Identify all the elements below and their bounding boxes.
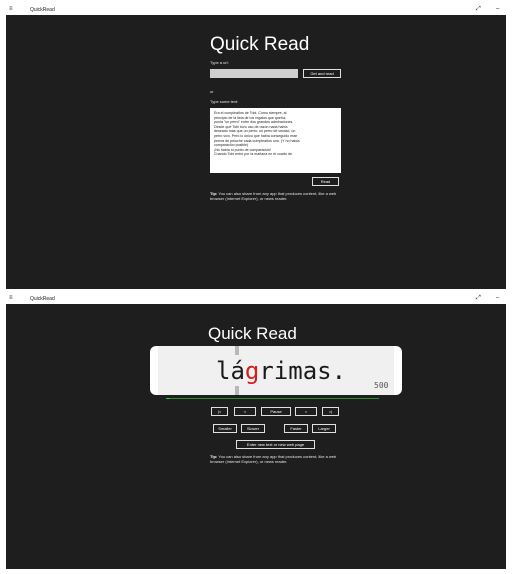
progress-bar xyxy=(166,398,379,399)
tip-text: Tip: You can also share from any app tha… xyxy=(210,191,345,201)
window-title: QuickRead xyxy=(30,7,55,13)
current-word: lágrimas. xyxy=(216,357,346,385)
new-text-button[interactable]: Enter new text or new web page xyxy=(236,440,315,449)
next-button[interactable]: > xyxy=(295,407,317,416)
minimize-icon[interactable]: – xyxy=(496,295,499,302)
expand-icon[interactable]: ⤢ xyxy=(476,295,481,302)
hamburger-icon[interactable]: ≡ xyxy=(9,295,13,302)
minimize-icon[interactable]: – xyxy=(496,6,499,13)
page-title: Quick Read xyxy=(208,324,297,343)
expand-icon[interactable]: ⤢ xyxy=(476,6,481,13)
hamburger-icon[interactable]: ≡ xyxy=(9,6,13,13)
read-button[interactable]: Read xyxy=(312,177,339,186)
text-label: Type some text: xyxy=(210,99,239,104)
progress-fill xyxy=(166,398,171,399)
input-window: ≡ QuickRead ⤢ – Quick Read Type a url: G… xyxy=(6,5,506,289)
focus-marker-bottom xyxy=(235,386,239,395)
previous-button[interactable]: < xyxy=(234,407,256,416)
text-input[interactable]: Era el cumpleaños de Tobi. Como siempre,… xyxy=(210,108,341,173)
reader-display: lágrimas. 500 xyxy=(150,346,402,395)
tip-body: You can also share from any app that pro… xyxy=(210,454,337,464)
url-input[interactable] xyxy=(210,69,298,78)
title-bar: ≡ QuickRead ⤢ – xyxy=(6,294,506,304)
title-bar: ≡ QuickRead ⤢ – xyxy=(6,5,506,15)
slower-button[interactable]: Slower xyxy=(241,424,265,433)
last-button[interactable]: >| xyxy=(322,407,339,416)
word-pivot-letter: g xyxy=(244,357,260,385)
larger-button[interactable]: Larger xyxy=(312,424,336,433)
smaller-button[interactable]: Smaller xyxy=(213,424,237,433)
tip-body: You can also share from any app that pro… xyxy=(210,191,337,201)
wpm-readout: 500 xyxy=(374,381,389,390)
reader-window: ≡ QuickRead ⤢ – Quick Read lágrimas. 500… xyxy=(6,294,506,569)
pause-button[interactable]: Pause xyxy=(261,407,291,416)
first-button[interactable]: |< xyxy=(211,407,228,416)
text-line: Cuando Tobi entró por la mañana en el cu… xyxy=(214,152,293,157)
get-and-read-button[interactable]: Get and read xyxy=(303,69,341,78)
word-after: rimas. xyxy=(259,357,347,385)
or-label: or xyxy=(210,89,214,94)
focus-marker-top xyxy=(235,346,239,355)
faster-button[interactable]: Faster xyxy=(284,424,308,433)
page-title: Quick Read xyxy=(210,34,310,55)
tip-text: Tip: You can also share from any app tha… xyxy=(210,454,345,464)
word-before: lá xyxy=(216,357,245,385)
window-title: QuickRead xyxy=(30,296,55,302)
word-panel: lágrimas. 500 xyxy=(158,346,394,395)
url-label: Type a url: xyxy=(210,60,229,65)
